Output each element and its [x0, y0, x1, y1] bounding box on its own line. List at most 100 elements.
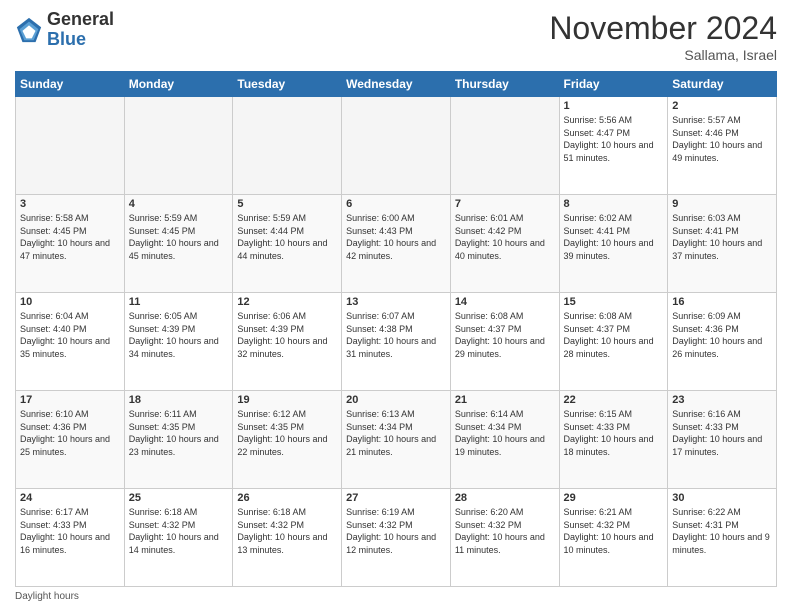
calendar-cell-w1-d1	[16, 97, 125, 195]
day-info: Sunrise: 6:03 AM Sunset: 4:41 PM Dayligh…	[672, 212, 772, 262]
col-sunday: Sunday	[16, 72, 125, 97]
col-tuesday: Tuesday	[233, 72, 342, 97]
day-info: Sunrise: 6:01 AM Sunset: 4:42 PM Dayligh…	[455, 212, 555, 262]
day-number: 28	[455, 492, 555, 504]
day-info: Sunrise: 5:59 AM Sunset: 4:44 PM Dayligh…	[237, 212, 337, 262]
calendar-cell-w3-d2: 11 Sunrise: 6:05 AM Sunset: 4:39 PM Dayli…	[124, 293, 233, 391]
day-info: Sunrise: 6:11 AM Sunset: 4:35 PM Dayligh…	[129, 408, 229, 458]
title-block: November 2024 Sallama, Israel	[549, 10, 777, 63]
day-number: 30	[672, 492, 772, 504]
day-number: 4	[129, 198, 229, 210]
day-info: Sunrise: 6:19 AM Sunset: 4:32 PM Dayligh…	[346, 506, 446, 556]
calendar-cell-w2-d3: 5 Sunrise: 5:59 AM Sunset: 4:44 PM Daylig…	[233, 195, 342, 293]
day-number: 9	[672, 198, 772, 210]
calendar-table: Sunday Monday Tuesday Wednesday Thursday…	[15, 71, 777, 587]
day-info: Sunrise: 6:18 AM Sunset: 4:32 PM Dayligh…	[237, 506, 337, 556]
calendar-cell-w3-d3: 12Sunrise: 6:06 AM Sunset: 4:39 PM Dayli…	[233, 293, 342, 391]
location-subtitle: Sallama, Israel	[549, 47, 777, 63]
calendar-cell-w1-d5	[450, 97, 559, 195]
day-number: 21	[455, 394, 555, 406]
day-info: Sunrise: 5:56 AM Sunset: 4:47 PM Dayligh…	[564, 114, 664, 164]
day-info: Sunrise: 6:04 AM Sunset: 4:40 PM Dayligh…	[20, 310, 120, 360]
day-info: Sunrise: 6:02 AM Sunset: 4:41 PM Dayligh…	[564, 212, 664, 262]
day-info: Sunrise: 5:58 AM Sunset: 4:45 PM Dayligh…	[20, 212, 120, 262]
logo-text: General Blue	[47, 10, 114, 50]
day-info: Sunrise: 6:00 AM Sunset: 4:43 PM Dayligh…	[346, 212, 446, 262]
day-number: 2	[672, 100, 772, 112]
calendar-cell-w5-d6: 29Sunrise: 6:21 AM Sunset: 4:32 PM Dayli…	[559, 489, 668, 587]
calendar-cell-w5-d2: 25Sunrise: 6:18 AM Sunset: 4:32 PM Dayli…	[124, 489, 233, 587]
calendar-cell-w4-d3: 19 Sunrise: 6:12 AM Sunset: 4:35 PM Dayli…	[233, 391, 342, 489]
calendar-cell-w2-d5: 7 Sunrise: 6:01 AM Sunset: 4:42 PM Daylig…	[450, 195, 559, 293]
day-number: 5	[237, 198, 337, 210]
day-info: Sunrise: 6:13 AM Sunset: 4:34 PM Dayligh…	[346, 408, 446, 458]
logo-general: General	[47, 10, 114, 30]
calendar-cell-w5-d4: 27 Sunrise: 6:19 AM Sunset: 4:32 PM Dayli…	[342, 489, 451, 587]
day-number: 24	[20, 492, 120, 504]
day-number: 20	[346, 394, 446, 406]
day-number: 26	[237, 492, 337, 504]
logo: General Blue	[15, 10, 114, 50]
calendar-cell-w4-d1: 17Sunrise: 6:10 AM Sunset: 4:36 PM Dayli…	[16, 391, 125, 489]
calendar-cell-w5-d7: 30 Sunrise: 6:22 AM Sunset: 4:31 PM Dayli…	[668, 489, 777, 587]
day-number: 27	[346, 492, 446, 504]
day-info: Sunrise: 6:09 AM Sunset: 4:36 PM Dayligh…	[672, 310, 772, 360]
calendar-cell-w5-d3: 26 Sunrise: 6:18 AM Sunset: 4:32 PM Dayli…	[233, 489, 342, 587]
day-info: Sunrise: 5:59 AM Sunset: 4:45 PM Dayligh…	[129, 212, 229, 262]
col-thursday: Thursday	[450, 72, 559, 97]
calendar-cell-w3-d4: 13Sunrise: 6:07 AM Sunset: 4:38 PM Dayli…	[342, 293, 451, 391]
day-info: Sunrise: 6:08 AM Sunset: 4:37 PM Dayligh…	[455, 310, 555, 360]
calendar-cell-w1-d2	[124, 97, 233, 195]
calendar-cell-w3-d1: 10 Sunrise: 6:04 AM Sunset: 4:40 PM Dayli…	[16, 293, 125, 391]
col-monday: Monday	[124, 72, 233, 97]
calendar-cell-w1-d4	[342, 97, 451, 195]
calendar-cell-w2-d4: 6 Sunrise: 6:00 AM Sunset: 4:43 PM Daylig…	[342, 195, 451, 293]
calendar-cell-w3-d6: 15Sunrise: 6:08 AM Sunset: 4:37 PM Dayli…	[559, 293, 668, 391]
day-info: Sunrise: 6:05 AM Sunset: 4:39 PM Dayligh…	[129, 310, 229, 360]
calendar-cell-w4-d5: 21 Sunrise: 6:14 AM Sunset: 4:34 PM Dayli…	[450, 391, 559, 489]
header: General Blue November 2024 Sallama, Isra…	[15, 10, 777, 63]
day-info: Sunrise: 5:57 AM Sunset: 4:46 PM Dayligh…	[672, 114, 772, 164]
col-friday: Friday	[559, 72, 668, 97]
day-number: 11	[129, 296, 229, 308]
day-info: Sunrise: 6:16 AM Sunset: 4:33 PM Dayligh…	[672, 408, 772, 458]
day-number: 14	[455, 296, 555, 308]
calendar-cell-w4-d4: 20 Sunrise: 6:13 AM Sunset: 4:34 PM Dayli…	[342, 391, 451, 489]
day-number: 16	[672, 296, 772, 308]
day-number: 3	[20, 198, 120, 210]
day-number: 6	[346, 198, 446, 210]
calendar-cell-w5-d1: 24 Sunrise: 6:17 AM Sunset: 4:33 PM Dayli…	[16, 489, 125, 587]
page: General Blue November 2024 Sallama, Isra…	[0, 0, 792, 612]
calendar-cell-w2-d7: 9 Sunrise: 6:03 AM Sunset: 4:41 PM Daylig…	[668, 195, 777, 293]
day-info: Sunrise: 6:15 AM Sunset: 4:33 PM Dayligh…	[564, 408, 664, 458]
day-info: Sunrise: 6:17 AM Sunset: 4:33 PM Dayligh…	[20, 506, 120, 556]
day-info: Sunrise: 6:20 AM Sunset: 4:32 PM Dayligh…	[455, 506, 555, 556]
day-number: 12	[237, 296, 337, 308]
logo-blue: Blue	[47, 30, 114, 50]
calendar-cell-w2-d1: 3 Sunrise: 5:58 AM Sunset: 4:45 PM Daylig…	[16, 195, 125, 293]
calendar-week-2: 3 Sunrise: 5:58 AM Sunset: 4:45 PM Daylig…	[16, 195, 777, 293]
calendar-cell-w1-d6: 1Sunrise: 5:56 AM Sunset: 4:47 PM Daylig…	[559, 97, 668, 195]
col-wednesday: Wednesday	[342, 72, 451, 97]
footer-note: Daylight hours	[15, 591, 777, 602]
calendar-cell-w3-d7: 16 Sunrise: 6:09 AM Sunset: 4:36 PM Dayli…	[668, 293, 777, 391]
day-number: 8	[564, 198, 664, 210]
day-info: Sunrise: 6:10 AM Sunset: 4:36 PM Dayligh…	[20, 408, 120, 458]
day-number: 13	[346, 296, 446, 308]
day-number: 19	[237, 394, 337, 406]
calendar-cell-w5-d5: 28 Sunrise: 6:20 AM Sunset: 4:32 PM Dayli…	[450, 489, 559, 587]
calendar-cell-w4-d6: 22Sunrise: 6:15 AM Sunset: 4:33 PM Dayli…	[559, 391, 668, 489]
month-title: November 2024	[549, 10, 777, 47]
day-info: Sunrise: 6:21 AM Sunset: 4:32 PM Dayligh…	[564, 506, 664, 556]
day-info: Sunrise: 6:22 AM Sunset: 4:31 PM Dayligh…	[672, 506, 772, 556]
day-number: 10	[20, 296, 120, 308]
calendar-week-5: 24 Sunrise: 6:17 AM Sunset: 4:33 PM Dayli…	[16, 489, 777, 587]
day-info: Sunrise: 6:14 AM Sunset: 4:34 PM Dayligh…	[455, 408, 555, 458]
day-info: Sunrise: 6:12 AM Sunset: 4:35 PM Dayligh…	[237, 408, 337, 458]
calendar-cell-w1-d7: 2 Sunrise: 5:57 AM Sunset: 4:46 PM Daylig…	[668, 97, 777, 195]
calendar-cell-w2-d2: 4 Sunrise: 5:59 AM Sunset: 4:45 PM Daylig…	[124, 195, 233, 293]
calendar-cell-w3-d5: 14 Sunrise: 6:08 AM Sunset: 4:37 PM Dayli…	[450, 293, 559, 391]
logo-icon	[15, 16, 43, 44]
calendar-cell-w4-d2: 18Sunrise: 6:11 AM Sunset: 4:35 PM Dayli…	[124, 391, 233, 489]
day-number: 7	[455, 198, 555, 210]
